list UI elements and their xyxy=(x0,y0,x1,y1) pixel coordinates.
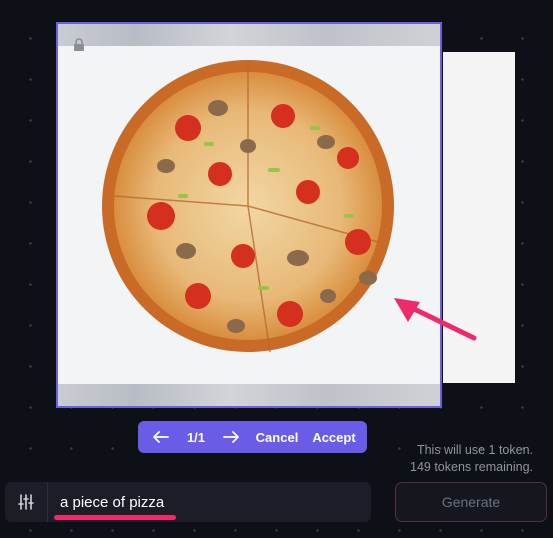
prompt-input[interactable] xyxy=(60,493,360,511)
canvas-workspace: 1/1 Cancel Accept This will use 1 token.… xyxy=(0,0,553,538)
accept-button[interactable]: Accept xyxy=(306,421,362,453)
sliders-icon xyxy=(18,494,34,510)
annotation-underline xyxy=(54,515,176,520)
token-remaining-text: 149 tokens remaining. xyxy=(410,460,533,474)
settings-button[interactable] xyxy=(5,482,48,522)
sketch-texture-top xyxy=(58,24,440,46)
next-button[interactable] xyxy=(214,421,248,453)
result-navigator: 1/1 Cancel Accept xyxy=(138,421,367,453)
generation-frame[interactable] xyxy=(56,22,442,408)
pizza-image xyxy=(58,46,440,384)
sketch-texture-bottom xyxy=(58,384,440,406)
generate-button[interactable]: Generate xyxy=(395,482,547,522)
cancel-button[interactable]: Cancel xyxy=(248,421,306,453)
result-counter: 1/1 xyxy=(186,429,206,445)
token-usage-text: This will use 1 token. xyxy=(416,443,533,457)
token-info: This will use 1 token. 149 tokens remain… xyxy=(410,442,533,476)
arrow-right-icon xyxy=(223,431,239,443)
annotation-arrow-icon xyxy=(394,298,477,341)
previous-button[interactable] xyxy=(144,421,178,453)
lock-icon[interactable] xyxy=(72,38,86,52)
arrow-left-icon xyxy=(153,431,169,443)
